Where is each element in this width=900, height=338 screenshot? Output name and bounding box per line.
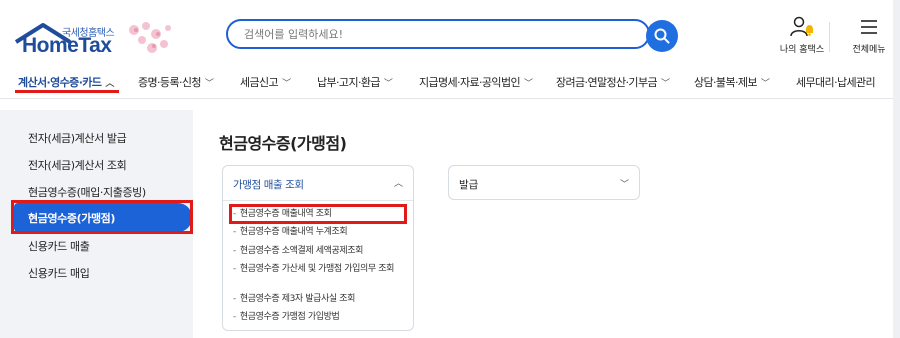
active-nav-underline xyxy=(15,90,119,93)
cherry-blossom-decoration-icon xyxy=(124,18,176,62)
chevron-up-icon: ︿ xyxy=(105,78,114,89)
submenu-how-to-join[interactable]: - 현금영수증 가맹점 가입방법 xyxy=(233,311,409,323)
nav-item-label: 계산서·영수증·카드 xyxy=(18,76,102,89)
nav-item-certificates[interactable]: 증명·등록·신청 ﹀ xyxy=(138,68,214,96)
nav-item-tax-filing[interactable]: 세금신고 ﹀ xyxy=(240,68,291,96)
nav-item-label: 세금신고 xyxy=(240,76,279,89)
chevron-down-icon: ﹀ xyxy=(383,78,393,89)
search-icon xyxy=(654,28,670,44)
chevron-down-icon: ﹀ xyxy=(524,78,533,89)
search-button[interactable] xyxy=(646,20,678,52)
chevron-down-icon[interactable]: ﹀ xyxy=(620,177,629,190)
all-menu-label: 전체메뉴 xyxy=(852,45,886,55)
hamburger-menu-icon xyxy=(843,16,895,38)
chevron-down-icon: ﹀ xyxy=(282,78,291,89)
nav-item-label: 납부·고지·환급 xyxy=(317,76,381,89)
chevron-up-icon[interactable]: ︿ xyxy=(394,176,403,189)
nav-item-label: 상담·불복·제보 xyxy=(694,76,758,89)
logo-title[interactable]: HomeTax xyxy=(22,34,112,58)
submenu-small-payment-credit[interactable]: - 현금영수증 소액결제 세액공제조회 xyxy=(233,245,409,257)
nav-item-payment-statements[interactable]: 지급명세·자료·공익법인 ﹀ xyxy=(419,68,533,96)
submenu-label: 현금영수증 가산세 및 가맹점 가입의무 조회 xyxy=(239,264,395,274)
sidebar-highlight-box xyxy=(11,200,193,234)
search-field[interactable] xyxy=(226,19,650,49)
scrollbar-track[interactable] xyxy=(893,0,900,338)
nav-item-tax-agent[interactable]: 세무대리·납세관리 xyxy=(796,68,876,96)
submenu-highlight-box xyxy=(229,204,407,224)
nav-item-label: 장려금·연말정산·기부금 xyxy=(556,76,658,89)
submenu-label: 현금영수증 제3자 발급사실 조회 xyxy=(239,294,356,304)
nav-item-payment[interactable]: 납부·고지·환급 ﹀ xyxy=(317,68,393,96)
card-title: 발급 xyxy=(459,179,479,191)
page-title: 현금영수증(가맹점) xyxy=(219,134,347,153)
all-menu-button[interactable]: 전체메뉴 xyxy=(843,16,895,55)
merchant-sales-lookup-card: 가맹점 매출 조회 ︿ - 현금영수증 매출내역 조회 - 현금영수증 매출내역 누… xyxy=(222,165,414,331)
my-hometax-button[interactable]: 나의 홈택스 xyxy=(776,16,828,55)
submenu-third-party-issue[interactable]: - 현금영수증 제3자 발급사실 조회 xyxy=(233,293,409,305)
submenu-cumulative-sales[interactable]: - 현금영수증 매출내역 누계조회 xyxy=(233,226,409,238)
chevron-down-icon: ﹀ xyxy=(661,78,670,89)
card-header[interactable]: 가맹점 매출 조회 ︿ xyxy=(223,166,413,201)
sidebar-item-cash-receipt-purchase[interactable]: 현금영수증(매입·지출증빙) xyxy=(28,184,146,200)
user-bell-icon xyxy=(776,16,828,38)
submenu-label: 현금영수증 소액결제 세액공제조회 xyxy=(239,246,364,256)
utility-divider xyxy=(829,22,830,52)
nav-item-incentives[interactable]: 장려금·연말정산·기부금 ﹀ xyxy=(556,68,670,96)
my-hometax-label: 나의 홈택스 xyxy=(779,45,825,55)
sidebar-item-credit-card-sales[interactable]: 신용카드 매출 xyxy=(28,238,90,254)
nav-item-consultation[interactable]: 상담·불복·제보 ﹀ xyxy=(694,68,770,96)
sidebar-item-e-invoice-issue[interactable]: 전자(세금)계산서 발급 xyxy=(28,130,127,146)
submenu-penalty-obligation[interactable]: - 현금영수증 가산세 및 가맹점 가입의무 조회 xyxy=(233,263,409,275)
submenu-label: 현금영수증 가맹점 가입방법 xyxy=(239,312,340,322)
issue-card[interactable]: 발급 ﹀ xyxy=(448,165,640,200)
nav-item-label: 세무대리·납세관리 xyxy=(796,76,876,89)
card-title: 가맹점 매출 조회 xyxy=(233,179,304,191)
submenu-label: 현금영수증 매출내역 누계조회 xyxy=(239,227,348,237)
sidebar-item-e-invoice-lookup[interactable]: 전자(세금)계산서 조회 xyxy=(28,157,127,173)
search-input[interactable] xyxy=(242,26,606,42)
chevron-down-icon: ﹀ xyxy=(760,78,770,89)
nav-divider xyxy=(0,98,900,99)
nav-item-label: 증명·등록·신청 xyxy=(138,76,202,89)
chevron-down-icon: ﹀ xyxy=(204,78,214,89)
main-nav: 계산서·영수증·카드 ︿ 증명·등록·신청 ﹀ 세금신고 ﹀ 납부·고지·환급 ﹀ 지급… xyxy=(0,68,900,96)
sidebar-item-credit-card-purchase[interactable]: 신용카드 매입 xyxy=(28,265,90,281)
nav-item-label: 지급명세·자료·공익법인 xyxy=(419,76,521,89)
